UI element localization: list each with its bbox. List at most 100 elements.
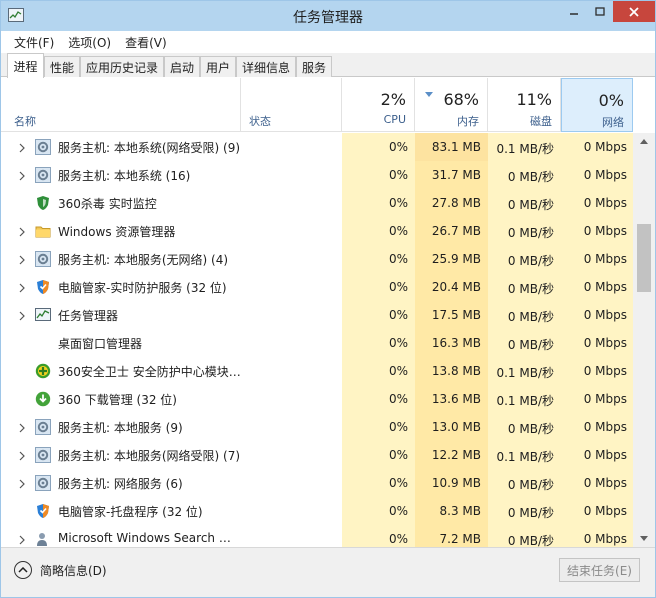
guard-icon [35, 503, 51, 519]
memory-value: 8.3 MB [439, 504, 481, 518]
tab-app-history[interactable]: 应用历史记录 [80, 56, 164, 77]
expand-chevron-icon[interactable] [18, 450, 26, 461]
process-row[interactable]: Microsoft Windows Search … 0% 7.2 MB 0 MB/秒… [1, 525, 633, 547]
cpu-value: 0% [388, 336, 408, 350]
process-row[interactable]: 电脑管家-托盘程序 (32 位) 0% 8.3 MB 0 MB/秒 0 Mbps [1, 497, 633, 525]
plus-shield-icon [35, 363, 51, 379]
expand-chevron-icon[interactable] [18, 254, 26, 265]
column-memory-label: 内存 [457, 115, 479, 128]
expand-chevron-icon[interactable] [18, 310, 26, 321]
expand-chevron-icon[interactable] [18, 170, 26, 181]
process-name: 360杀毒 实时监控 [58, 197, 157, 211]
network-value: 0 Mbps [583, 280, 627, 294]
memory-value: 13.6 MB [431, 392, 481, 406]
process-name: 电脑管家-托盘程序 (32 位) [58, 505, 203, 519]
network-value: 0 Mbps [583, 140, 627, 154]
cpu-value: 0% [388, 308, 408, 322]
memory-value: 20.4 MB [431, 280, 481, 294]
process-row[interactable]: 服务主机: 本地服务(网络受限) (7) 0% 12.2 MB 0.1 MB/秒 0 M… [1, 441, 633, 469]
process-list-panel: 名称 状态 2% CPU 68% 内存 11% 磁盘 0% 网络 服务主机: 本… [1, 78, 655, 547]
menu-view[interactable]: 查看(V) [118, 34, 174, 51]
gear-icon [35, 167, 51, 183]
process-row[interactable]: 服务主机: 本地服务(无网络) (4) 0% 25.9 MB 0 MB/秒 0 Mbps [1, 245, 633, 273]
expand-chevron-icon[interactable] [18, 478, 26, 489]
gear-icon [35, 419, 51, 435]
scroll-down-button[interactable] [633, 530, 655, 547]
minimize-button[interactable] [561, 1, 587, 22]
menu-file[interactable]: 文件(F) [7, 34, 61, 51]
process-row[interactable]: 360安全卫士 安全防护中心模块… 0% 13.8 MB 0.1 MB/秒 0 Mbps [1, 357, 633, 385]
column-network-label: 网络 [602, 116, 624, 129]
process-name: 360 下载管理 (32 位) [58, 393, 177, 407]
network-value: 0 Mbps [583, 392, 627, 406]
process-row[interactable]: 电脑管家-实时防护服务 (32 位) 0% 20.4 MB 0 MB/秒 0 Mbps [1, 273, 633, 301]
process-row[interactable]: 360杀毒 实时监控 0% 27.8 MB 0 MB/秒 0 Mbps [1, 189, 633, 217]
disk-value: 0 MB/秒 [507, 254, 554, 268]
process-row[interactable]: 桌面窗口管理器 0% 16.3 MB 0 MB/秒 0 Mbps [1, 329, 633, 357]
column-header-cpu[interactable]: 2% CPU [342, 78, 415, 132]
end-task-button[interactable]: 结束任务(E) [559, 558, 640, 582]
cpu-value: 0% [388, 420, 408, 434]
column-header-name[interactable]: 名称 [1, 78, 241, 132]
scroll-thumb[interactable] [637, 224, 651, 292]
title-bar[interactable]: 任务管理器 [1, 1, 655, 31]
expand-chevron-icon[interactable] [18, 226, 26, 237]
process-row[interactable]: Windows 资源管理器 0% 26.7 MB 0 MB/秒 0 Mbps [1, 217, 633, 245]
process-row[interactable]: 任务管理器 0% 17.5 MB 0 MB/秒 0 Mbps [1, 301, 633, 329]
tab-processes[interactable]: 进程 [7, 53, 44, 78]
maximize-button[interactable] [587, 1, 613, 22]
column-header-memory[interactable]: 68% 内存 [415, 78, 488, 132]
tab-users[interactable]: 用户 [200, 56, 236, 77]
column-header-network[interactable]: 0% 网络 [561, 78, 633, 132]
fewer-details-button[interactable]: 简略信息(D) [14, 559, 107, 581]
tab-details[interactable]: 详细信息 [236, 56, 296, 77]
window-title: 任务管理器 [293, 10, 363, 26]
process-name: 任务管理器 [58, 309, 119, 323]
gear-icon [35, 139, 51, 155]
network-total-percent: 0% [598, 91, 624, 110]
memory-value: 7.2 MB [439, 532, 481, 546]
cpu-value: 0% [388, 364, 408, 378]
expand-chevron-icon[interactable] [18, 534, 26, 545]
expand-chevron-icon[interactable] [18, 422, 26, 433]
network-value: 0 Mbps [583, 448, 627, 462]
process-name: 服务主机: 本地系统(网络受限) (9) [58, 141, 240, 155]
menu-bar: 文件(F) 选项(O) 查看(V) [1, 31, 655, 53]
expand-chevron-icon[interactable] [18, 282, 26, 293]
disk-value: 0 MB/秒 [507, 478, 554, 492]
disk-value: 0.1 MB/秒 [496, 450, 554, 464]
vertical-scrollbar[interactable] [633, 133, 655, 547]
folder-icon [35, 223, 51, 239]
close-button[interactable] [613, 1, 655, 22]
tab-startup[interactable]: 启动 [164, 56, 200, 77]
scroll-up-button[interactable] [633, 133, 655, 150]
column-header-disk[interactable]: 11% 磁盘 [488, 78, 561, 132]
menu-options[interactable]: 选项(O) [61, 34, 118, 51]
process-row[interactable]: 360 下载管理 (32 位) 0% 13.6 MB 0.1 MB/秒 0 Mbps [1, 385, 633, 413]
network-value: 0 Mbps [583, 336, 627, 350]
network-value: 0 Mbps [583, 308, 627, 322]
process-row[interactable]: 服务主机: 本地服务 (9) 0% 13.0 MB 0 MB/秒 0 Mbps [1, 413, 633, 441]
memory-value: 26.7 MB [431, 224, 481, 238]
gear-icon [35, 475, 51, 491]
disk-value: 0 MB/秒 [507, 170, 554, 184]
disk-value: 0 MB/秒 [507, 422, 554, 436]
process-row[interactable]: 服务主机: 网络服务 (6) 0% 10.9 MB 0 MB/秒 0 Mbps [1, 469, 633, 497]
column-disk-label: 磁盘 [530, 115, 552, 128]
expand-chevron-icon[interactable] [18, 142, 26, 153]
cpu-total-percent: 2% [380, 90, 406, 109]
tab-performance[interactable]: 性能 [44, 56, 80, 77]
network-value: 0 Mbps [583, 364, 627, 378]
process-row[interactable]: 服务主机: 本地系统(网络受限) (9) 0% 83.1 MB 0.1 MB/秒 0 M… [1, 133, 633, 161]
memory-value: 31.7 MB [431, 168, 481, 182]
network-value: 0 Mbps [583, 168, 627, 182]
network-value: 0 Mbps [583, 420, 627, 434]
task-manager-icon [35, 307, 51, 323]
process-row[interactable]: 服务主机: 本地系统 (16) 0% 31.7 MB 0 MB/秒 0 Mbps [1, 161, 633, 189]
column-header-status[interactable]: 状态 [241, 78, 342, 132]
cpu-value: 0% [388, 532, 408, 546]
gear-icon [35, 447, 51, 463]
disk-value: 0 MB/秒 [507, 310, 554, 324]
process-name: 服务主机: 本地服务(无网络) (4) [58, 253, 229, 267]
tab-services[interactable]: 服务 [296, 56, 332, 77]
